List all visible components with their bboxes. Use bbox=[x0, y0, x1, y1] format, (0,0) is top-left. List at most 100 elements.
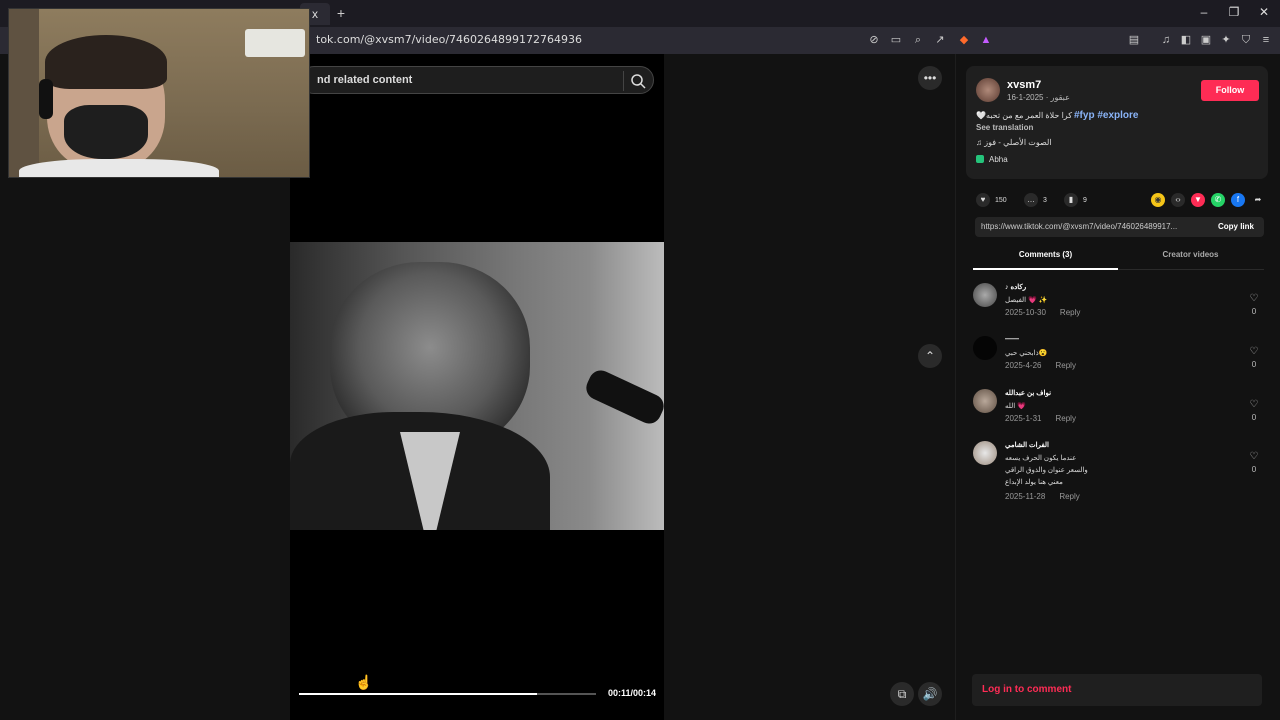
engagement-bar: ♥ 150 … 3 ▮ 9 ◉ ‹› ▼ ✆ f ➦ bbox=[976, 191, 1266, 209]
search-input[interactable]: nd related content bbox=[317, 74, 412, 86]
video-frame bbox=[290, 242, 664, 530]
reader-mode-icon[interactable]: ▤ bbox=[1126, 32, 1142, 48]
embed-icon[interactable]: ‹› bbox=[1171, 193, 1185, 207]
comment-meta: 2025-4-26 Reply bbox=[1005, 361, 1076, 370]
comment-stat[interactable]: … 3 bbox=[1024, 193, 1047, 207]
webcam-background-ac bbox=[245, 29, 305, 57]
comment-date: 2025-10-30 bbox=[1005, 308, 1046, 317]
comment-meta: 2025-1-31 Reply bbox=[1005, 414, 1076, 423]
facebook-icon[interactable]: f bbox=[1231, 193, 1245, 207]
comment-author[interactable]: —— bbox=[1005, 336, 1019, 343]
login-to-comment-link[interactable]: Log in to comment bbox=[982, 684, 1071, 695]
details-panel: xvsm7 عبقور · 2025-1-16 Follow 🤍كرا حلاة… bbox=[955, 54, 1280, 720]
comment-like-icon[interactable]: ♡ bbox=[1247, 346, 1261, 357]
leo-ai-icon[interactable]: ✦ bbox=[1218, 32, 1234, 48]
comment-date: 2025-11-28 bbox=[1005, 492, 1046, 501]
save-count: 9 bbox=[1083, 196, 1087, 204]
reply-button[interactable]: Reply bbox=[1059, 492, 1079, 501]
panel-tabs: Comments (3) Creator videos bbox=[973, 240, 1264, 270]
video-microphone bbox=[582, 366, 664, 428]
coin-icon[interactable]: ◉ bbox=[1151, 193, 1165, 207]
cast-icon[interactable]: ▭ bbox=[888, 32, 904, 48]
tab-creator-videos[interactable]: Creator videos bbox=[1118, 250, 1263, 259]
more-options-button[interactable]: ••• bbox=[918, 66, 942, 90]
comment-like-icon[interactable]: ♡ bbox=[1247, 293, 1261, 304]
hashtags[interactable]: #fyp #explore bbox=[1074, 110, 1138, 121]
url-field[interactable]: tok.com/@xvsm7/video/7460264899172764936 bbox=[316, 33, 582, 46]
reply-button[interactable]: Reply bbox=[1055, 414, 1075, 423]
no-translate-icon[interactable]: ⊘ bbox=[866, 32, 882, 48]
media-icon[interactable]: ♫ bbox=[1158, 32, 1174, 48]
author-username[interactable]: xvsm7 bbox=[1007, 79, 1041, 91]
search-icon[interactable] bbox=[629, 72, 647, 90]
share-url: https://www.tiktok.com/@xvsm7/video/7460… bbox=[981, 222, 1178, 231]
wallet-icon[interactable]: ▣ bbox=[1198, 32, 1214, 48]
comment-author[interactable]: نواف بن عبدالله bbox=[1005, 389, 1051, 397]
comment-like-icon[interactable]: ♡ bbox=[1247, 399, 1261, 410]
rewards-icon[interactable]: ▲ bbox=[978, 32, 994, 48]
whatsapp-icon[interactable]: ✆ bbox=[1211, 193, 1225, 207]
comment-avatar[interactable] bbox=[973, 389, 997, 413]
author-avatar[interactable] bbox=[976, 78, 1000, 102]
minimize-button[interactable]: – bbox=[1194, 5, 1214, 19]
like-stat[interactable]: ♥ 150 bbox=[976, 193, 1007, 207]
share-page-icon[interactable]: ↗ bbox=[932, 32, 948, 48]
author-subline: عبقور · 2025-1-16 bbox=[1007, 93, 1070, 102]
like-count: 150 bbox=[995, 196, 1007, 204]
comment-text: عندما يكون الحرف يسعه والسعر عنوان والذو… bbox=[1005, 455, 1088, 486]
search-box[interactable]: nd related content bbox=[300, 66, 654, 94]
video-timecode: 00:11/00:14 bbox=[608, 688, 657, 698]
comment-date: 2025-1-31 bbox=[1005, 414, 1042, 423]
share-arrow-icon[interactable]: ➦ bbox=[1251, 193, 1265, 207]
login-to-comment-box[interactable]: Log in to comment bbox=[972, 674, 1262, 706]
location-icon bbox=[976, 155, 984, 163]
maximize-button[interactable]: ❐ bbox=[1224, 5, 1244, 19]
tab-comments[interactable]: Comments (3) bbox=[973, 250, 1118, 259]
comment-avatar[interactable] bbox=[973, 336, 997, 360]
comment-meta: 2025-10-30 Reply bbox=[1005, 308, 1080, 317]
comment-like-count: 0 bbox=[1251, 465, 1257, 474]
search-divider bbox=[623, 71, 624, 91]
comment-like-count: 0 bbox=[1251, 413, 1257, 422]
close-window-button[interactable]: ✕ bbox=[1254, 5, 1274, 19]
webcam-person-hair bbox=[45, 35, 167, 89]
video-progress-bar[interactable] bbox=[299, 693, 596, 695]
location-link[interactable]: Abha bbox=[976, 155, 1008, 164]
volume-button[interactable]: 🔊 bbox=[918, 682, 942, 706]
webcam-background-door bbox=[9, 9, 39, 177]
comment-avatar[interactable] bbox=[973, 441, 997, 465]
reply-button[interactable]: Reply bbox=[1055, 361, 1075, 370]
music-link[interactable]: ♫ الصوت الأصلي - فوز bbox=[976, 138, 1052, 147]
comment-avatar[interactable] bbox=[973, 283, 997, 307]
bookmark-icon: ▮ bbox=[1064, 193, 1078, 207]
follow-button[interactable]: Follow bbox=[1201, 80, 1259, 101]
scroll-up-button[interactable]: ⌃ bbox=[918, 344, 942, 368]
menu-icon[interactable]: ≡ bbox=[1258, 32, 1274, 48]
floating-player-button[interactable]: ⧉ bbox=[890, 682, 914, 706]
comment-like-count: 0 bbox=[1251, 307, 1257, 316]
music-note-icon: ♫ bbox=[976, 138, 985, 147]
vpn-shield-icon[interactable]: ⛉ bbox=[1238, 32, 1254, 48]
reply-button[interactable]: Reply bbox=[1060, 308, 1080, 317]
comment-author[interactable]: الفرات الشامي bbox=[1005, 441, 1049, 449]
comment-like-icon[interactable]: ♡ bbox=[1247, 451, 1261, 462]
save-stat[interactable]: ▮ 9 bbox=[1064, 193, 1087, 207]
sidebar-icon[interactable]: ◧ bbox=[1178, 32, 1194, 48]
location-name: Abha bbox=[989, 155, 1008, 164]
music-title: الصوت الأصلي - فوز bbox=[984, 138, 1052, 147]
send-icon[interactable]: ▼ bbox=[1191, 193, 1205, 207]
see-translation-link[interactable]: See translation bbox=[976, 123, 1033, 132]
brave-shield-icon[interactable]: ◆ bbox=[956, 32, 972, 48]
hand-cursor-icon: ☝ bbox=[355, 674, 373, 690]
copy-link-button[interactable]: Copy link bbox=[1218, 222, 1254, 231]
webcam-headset bbox=[39, 79, 53, 119]
comment-count: 3 bbox=[1043, 196, 1047, 204]
zoom-icon[interactable]: ⌕ bbox=[910, 32, 926, 48]
new-tab-button[interactable]: + bbox=[333, 5, 349, 21]
comment-icon: … bbox=[1024, 193, 1038, 207]
webcam-face-mask bbox=[64, 105, 148, 159]
video-player[interactable]: 00:11/00:14 bbox=[290, 54, 664, 720]
tab-close-icon[interactable]: x bbox=[312, 7, 318, 21]
comment-author[interactable]: ♪ ركاده bbox=[1005, 283, 1026, 291]
active-tab-indicator bbox=[973, 268, 1118, 270]
